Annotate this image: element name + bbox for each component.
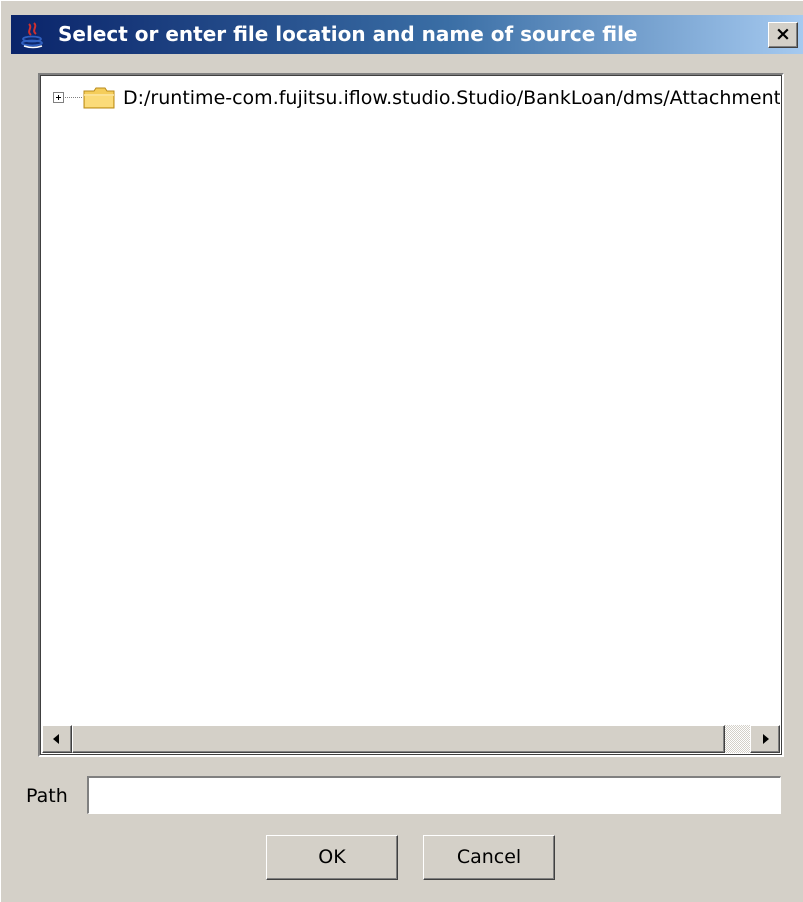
folder-icon <box>83 87 115 109</box>
scroll-right-button[interactable] <box>750 725 780 753</box>
tree-node-label: D:/runtime-com.fujitsu.iflow.studio.Stud… <box>123 87 780 109</box>
expand-plus-icon[interactable] <box>53 92 64 103</box>
close-icon: × <box>775 23 791 45</box>
path-label: Path <box>26 785 68 807</box>
java-icon <box>21 22 43 49</box>
file-tree[interactable]: D:/runtime-com.fujitsu.iflow.studio.Stud… <box>38 73 784 757</box>
arrow-left-icon <box>53 734 59 744</box>
title-bar[interactable]: Select or enter file location and name o… <box>11 15 803 54</box>
path-input[interactable] <box>87 776 781 814</box>
arrow-right-icon <box>763 734 769 744</box>
file-select-dialog: Select or enter file location and name o… <box>0 0 803 902</box>
tree-connector <box>65 97 82 98</box>
scrollbar-thumb[interactable] <box>72 725 725 753</box>
scroll-left-button[interactable] <box>42 725 72 753</box>
cancel-button[interactable]: Cancel <box>423 835 555 880</box>
tree-node[interactable]: D:/runtime-com.fujitsu.iflow.studio.Stud… <box>50 85 780 111</box>
dialog-title: Select or enter file location and name o… <box>58 22 638 46</box>
ok-button[interactable]: OK <box>266 835 398 880</box>
horizontal-scrollbar[interactable] <box>42 725 780 753</box>
close-button[interactable]: × <box>768 22 798 48</box>
